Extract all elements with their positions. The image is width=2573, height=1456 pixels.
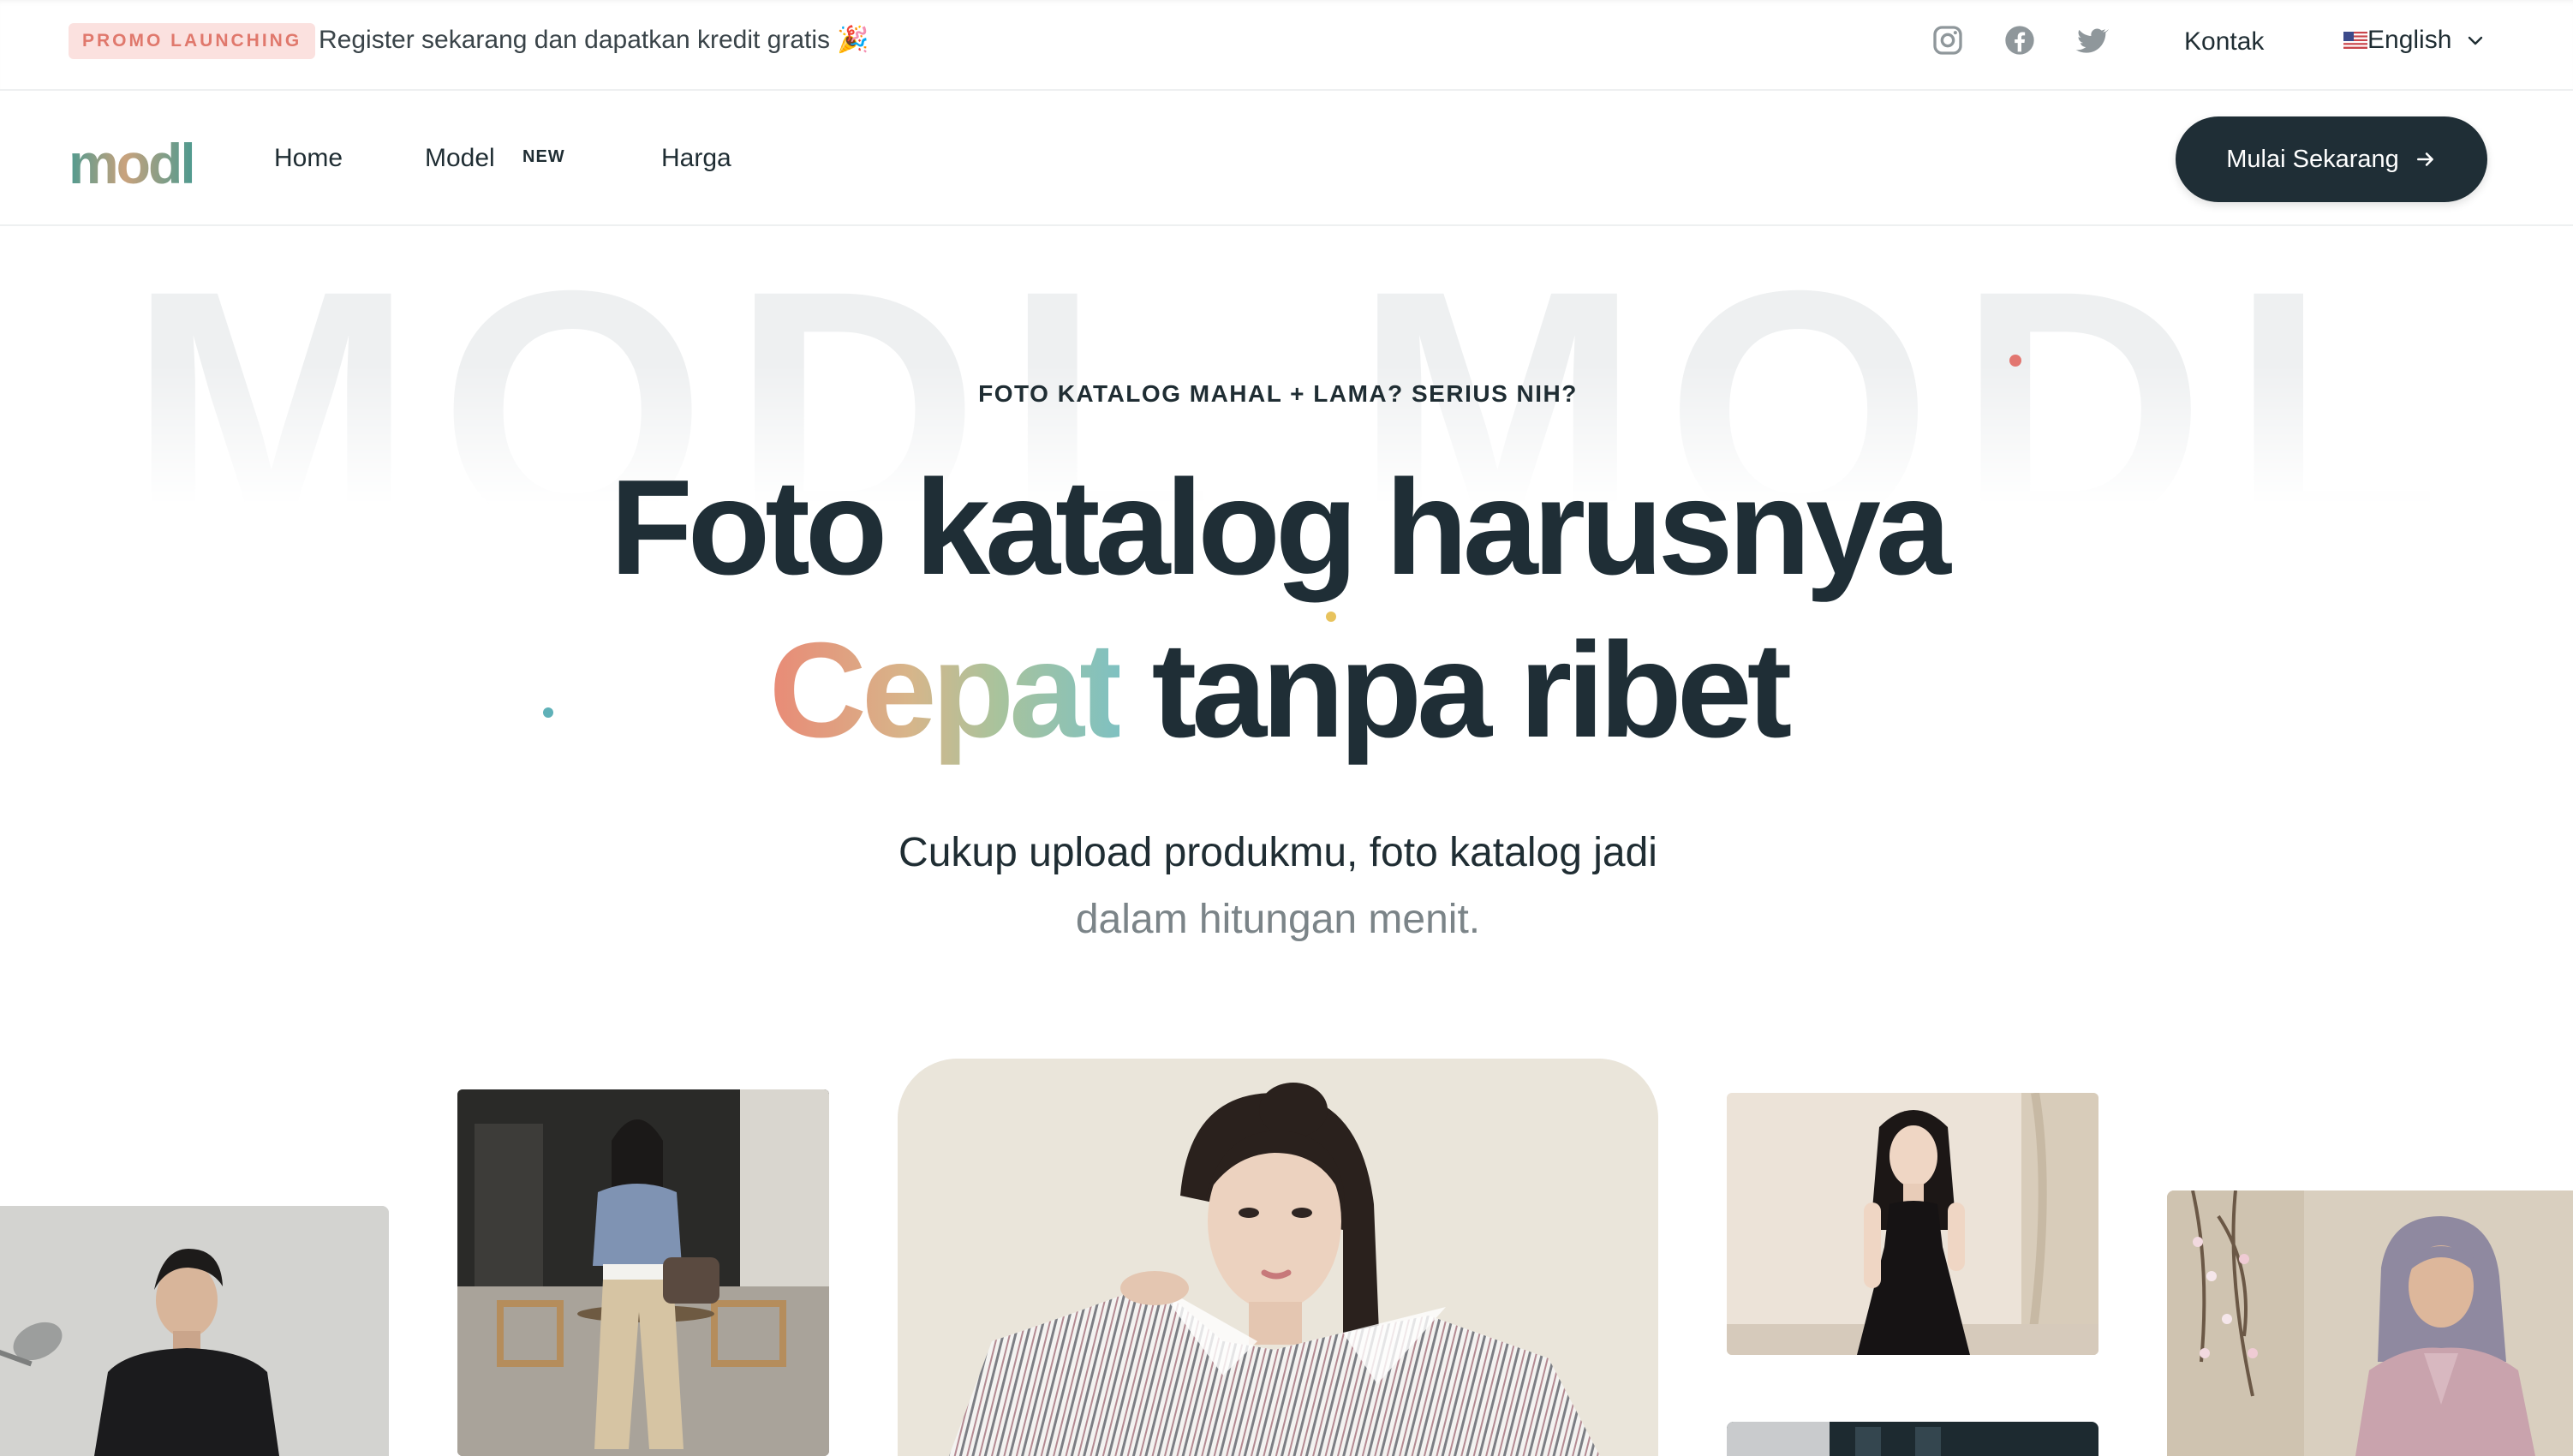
hero-subtitle-line1: Cukup upload produkmu, foto katalog jadi (898, 830, 1657, 875)
nav-harga[interactable]: Harga (661, 140, 731, 176)
promo-text[interactable]: Register sekarang dan dapatkan kredit gr… (319, 22, 869, 58)
instagram-icon[interactable] (1931, 23, 1965, 57)
gallery-photo-woman-cafe (457, 1089, 829, 1456)
svg-text:modl: modl (69, 132, 194, 194)
nav-model[interactable]: Model (425, 140, 495, 176)
decor-dot (2009, 355, 2021, 367)
contact-link[interactable]: Kontak (2184, 24, 2264, 60)
gallery-photo-partial (1727, 1422, 2098, 1456)
promo-badge: PROMO LAUNCHING (69, 23, 316, 59)
gallery-photo-woman-black-dress (1727, 1093, 2098, 1355)
language-label: English (2367, 26, 2452, 54)
us-flag-icon (2343, 32, 2367, 49)
twitter-icon[interactable] (2075, 23, 2109, 57)
modl-logo[interactable]: modl (69, 132, 197, 194)
facebook-icon[interactable] (2003, 23, 2037, 57)
hero-headline-line1: Foto katalog harusnya (610, 452, 1951, 603)
language-selector[interactable]: English (2343, 22, 2486, 58)
promo-bar: PROMO LAUNCHING Register sekarang dan da… (0, 0, 2573, 91)
main-navbar: modl Home Model NEW Harga Mulai Sekarang (0, 91, 2573, 226)
chevron-down-icon (2469, 36, 2483, 45)
start-now-label: Mulai Sekarang (2226, 145, 2399, 173)
arrow-right-icon (2416, 152, 2433, 166)
hero-eyebrow: FOTO KATALOG MAHAL + LAMA? SERIUS NIH? (978, 380, 1578, 407)
hero-headline-line2: Cepat tanpa ribet (0, 613, 2556, 767)
hero-headline-rest: tanpa ribet (1119, 615, 1793, 766)
hero-subtitle-line2: dalam hitungan menit. (1075, 897, 1481, 942)
new-badge: NEW (522, 147, 565, 166)
nav-home[interactable]: Home (274, 140, 343, 176)
hero-headline-accent: Cepat (768, 615, 1125, 766)
gallery-photo-man-black-tee (0, 1206, 389, 1456)
gallery-photo-woman-striped-shirt (898, 1059, 1658, 1456)
gallery-photo-hijab-woman (2167, 1190, 2573, 1456)
start-now-button[interactable]: Mulai Sekarang (2176, 116, 2487, 202)
